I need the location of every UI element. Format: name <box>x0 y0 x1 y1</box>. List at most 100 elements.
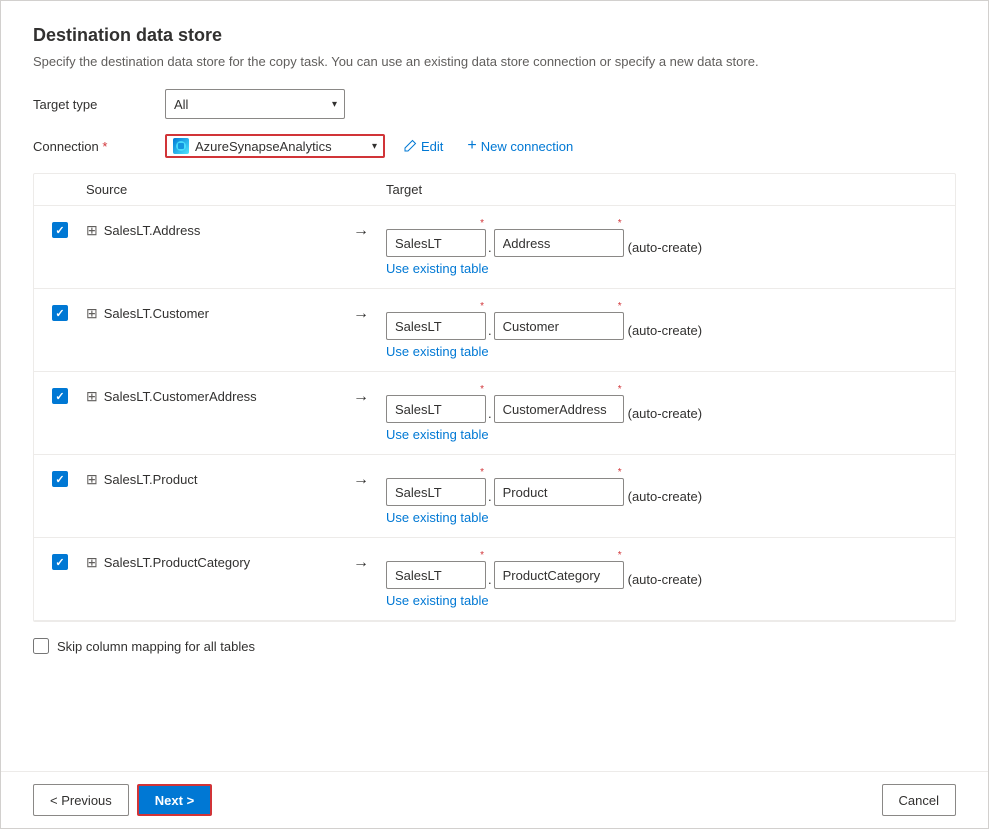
use-existing-link-4[interactable]: Use existing table <box>386 593 702 608</box>
table-input-0[interactable] <box>494 229 624 257</box>
row-arrow-0: → <box>336 218 386 240</box>
required-star-table-3: * <box>618 467 622 478</box>
footer: < Previous Next > Cancel <box>1 771 988 828</box>
page-title: Destination data store <box>33 25 956 46</box>
auto-create-2: (auto-create) <box>628 406 702 421</box>
azure-synapse-icon <box>173 138 189 154</box>
row-checkbox-2: ✓ <box>34 384 86 404</box>
table-header: Source Target <box>34 174 955 206</box>
dot-separator-0: . <box>486 240 494 255</box>
required-star-table-4: * <box>618 550 622 561</box>
check-icon-0: ✓ <box>55 224 64 237</box>
target-type-select[interactable]: All <box>165 89 345 119</box>
page-container: Destination data store Specify the desti… <box>0 0 989 829</box>
checkbox-2[interactable]: ✓ <box>52 388 68 404</box>
table-row: ✓ ⊞ SalesLT.ProductCategory → * . * (aut… <box>34 538 955 621</box>
dot-separator-2: . <box>486 406 494 421</box>
table-row: ✓ ⊞ SalesLT.Customer → * . * (auto-creat… <box>34 289 955 372</box>
check-icon-4: ✓ <box>55 556 64 569</box>
connection-label: Connection * <box>33 139 153 154</box>
target-type-select-wrapper: All ▾ <box>165 89 345 119</box>
use-existing-link-0[interactable]: Use existing table <box>386 261 702 276</box>
target-cell-2: * . * (auto-create) Use existing table <box>386 384 702 442</box>
dot-separator-4: . <box>486 572 494 587</box>
table-icon-1: ⊞ <box>86 305 98 322</box>
mapping-table: Source Target ✓ ⊞ SalesLT.Address → * . <box>33 173 956 622</box>
connection-chevron-icon[interactable]: ▾ <box>372 141 377 152</box>
table-row: ✓ ⊞ SalesLT.Product → * . * (auto-create… <box>34 455 955 538</box>
required-star-schema-1: * <box>480 301 484 312</box>
target-type-label: Target type <box>33 97 153 112</box>
connection-row: Connection * AzureSynapseAnalytics ▾ Edi… <box>33 133 956 159</box>
connection-selector[interactable]: AzureSynapseAnalytics ▾ <box>165 134 385 158</box>
auto-create-4: (auto-create) <box>628 572 702 587</box>
schema-input-1[interactable] <box>386 312 486 340</box>
auto-create-1: (auto-create) <box>628 323 702 338</box>
use-existing-link-3[interactable]: Use existing table <box>386 510 702 525</box>
source-cell-4: ⊞ SalesLT.ProductCategory <box>86 550 336 571</box>
table-input-4[interactable] <box>494 561 624 589</box>
required-star-schema-0: * <box>480 218 484 229</box>
table-icon-4: ⊞ <box>86 554 98 571</box>
target-column-header: Target <box>386 182 422 197</box>
edit-button[interactable]: Edit <box>397 135 449 158</box>
source-name-0: SalesLT.Address <box>104 223 201 238</box>
check-icon-1: ✓ <box>55 307 64 320</box>
target-cell-1: * . * (auto-create) Use existing table <box>386 301 702 359</box>
source-cell-3: ⊞ SalesLT.Product <box>86 467 336 488</box>
row-checkbox-4: ✓ <box>34 550 86 570</box>
next-button[interactable]: Next > <box>137 784 212 816</box>
schema-input-3[interactable] <box>386 478 486 506</box>
check-icon-2: ✓ <box>55 390 64 403</box>
dot-separator-3: . <box>486 489 494 504</box>
checkbox-4[interactable]: ✓ <box>52 554 68 570</box>
source-cell-1: ⊞ SalesLT.Customer <box>86 301 336 322</box>
schema-input-0[interactable] <box>386 229 486 257</box>
schema-input-4[interactable] <box>386 561 486 589</box>
skip-checkbox[interactable] <box>33 638 49 654</box>
row-checkbox-0: ✓ <box>34 218 86 238</box>
required-star-table-0: * <box>618 218 622 229</box>
checkbox-0[interactable]: ✓ <box>52 222 68 238</box>
previous-button[interactable]: < Previous <box>33 784 129 816</box>
footer-left: < Previous Next > <box>33 784 212 816</box>
use-existing-link-1[interactable]: Use existing table <box>386 344 702 359</box>
connection-value-text: AzureSynapseAnalytics <box>195 139 366 154</box>
table-input-2[interactable] <box>494 395 624 423</box>
schema-input-2[interactable] <box>386 395 486 423</box>
check-icon-3: ✓ <box>55 473 64 486</box>
use-existing-link-2[interactable]: Use existing table <box>386 427 702 442</box>
table-row: ✓ ⊞ SalesLT.CustomerAddress → * . * (aut… <box>34 372 955 455</box>
skip-label: Skip column mapping for all tables <box>57 639 255 654</box>
plus-icon: + <box>467 137 476 155</box>
page-subtitle: Specify the destination data store for t… <box>33 54 956 69</box>
row-checkbox-3: ✓ <box>34 467 86 487</box>
dot-separator-1: . <box>486 323 494 338</box>
table-input-1[interactable] <box>494 312 624 340</box>
target-cell-3: * . * (auto-create) Use existing table <box>386 467 702 525</box>
source-name-2: SalesLT.CustomerAddress <box>104 389 257 404</box>
table-input-3[interactable] <box>494 478 624 506</box>
required-star-table-1: * <box>618 301 622 312</box>
cancel-button[interactable]: Cancel <box>882 784 956 816</box>
table-icon-3: ⊞ <box>86 471 98 488</box>
required-star-schema-3: * <box>480 467 484 478</box>
table-icon-2: ⊞ <box>86 388 98 405</box>
auto-create-3: (auto-create) <box>628 489 702 504</box>
table-icon-0: ⊞ <box>86 222 98 239</box>
source-cell-2: ⊞ SalesLT.CustomerAddress <box>86 384 336 405</box>
edit-icon <box>403 139 417 153</box>
checkbox-1[interactable]: ✓ <box>52 305 68 321</box>
target-type-row: Target type All ▾ <box>33 89 956 119</box>
auto-create-0: (auto-create) <box>628 240 702 255</box>
table-row: ✓ ⊞ SalesLT.Address → * . * (auto-create… <box>34 206 955 289</box>
source-name-1: SalesLT.Customer <box>104 306 209 321</box>
required-star-schema-2: * <box>480 384 484 395</box>
new-connection-button[interactable]: + New connection <box>461 133 579 159</box>
source-name-3: SalesLT.Product <box>104 472 198 487</box>
row-arrow-2: → <box>336 384 386 406</box>
target-cell-4: * . * (auto-create) Use existing table <box>386 550 702 608</box>
checkbox-3[interactable]: ✓ <box>52 471 68 487</box>
row-arrow-4: → <box>336 550 386 572</box>
row-checkbox-1: ✓ <box>34 301 86 321</box>
